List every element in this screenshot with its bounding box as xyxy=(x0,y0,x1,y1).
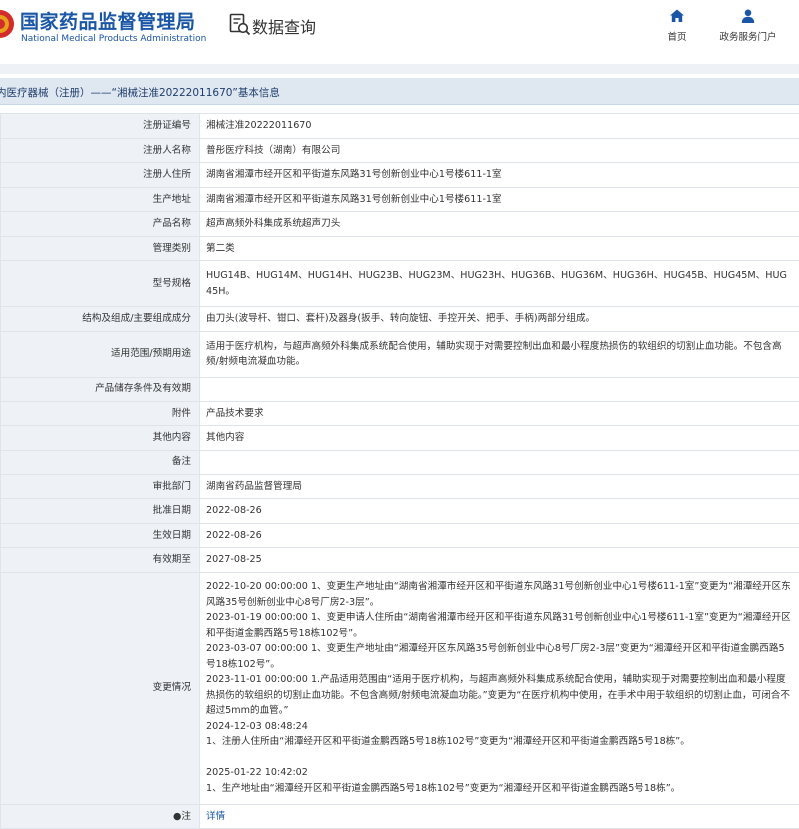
change-entry: 1、生产地址由“湘潭经开区和平街道金鹏西路5号18栋102号”变更为“湘潭经开区… xyxy=(206,781,793,797)
nav-home-link[interactable]: 首页 xyxy=(660,8,694,46)
nav-portal-link[interactable]: 政务服务门户 xyxy=(712,8,784,46)
field-value: 2022-08-26 xyxy=(200,523,799,548)
field-value: 湘械注准20222011670 xyxy=(200,114,799,139)
emblem-icon xyxy=(0,4,16,44)
field-label: 有效期至 xyxy=(1,548,200,573)
field-value: 2022-08-26 xyxy=(200,499,799,524)
field-value: 湖南省药品监督管理局 xyxy=(200,474,799,499)
change-entry: 2023-03-07 00:00:00 1、变更生产地址由“湘潭经开区东风路35… xyxy=(206,641,793,672)
table-row: 产品储存条件及有效期 xyxy=(1,377,799,401)
table-row: 产品名称超声高频外科集成系统超声刀头 xyxy=(1,212,799,237)
page-title: 数据查询 xyxy=(252,14,316,38)
field-label: 适用范围/预期用途 xyxy=(1,331,200,377)
field-value: 第二类 xyxy=(200,236,799,261)
table-row: 附件产品技术要求 xyxy=(1,401,799,426)
table-row: 注册证编号湘械注准20222011670 xyxy=(1,114,799,139)
data-query-icon xyxy=(229,13,251,37)
field-label: 结构及组成/主要组成成分 xyxy=(1,307,200,332)
record-title: 内医疗器械（注册）——“湘械注准20222011670”基本信息 xyxy=(0,85,280,100)
table-row: 有效期至2027-08-25 xyxy=(1,548,799,573)
field-label: 管理类别 xyxy=(1,236,200,261)
header-divider xyxy=(0,64,799,74)
table-row: 审批部门湖南省药品监督管理局 xyxy=(1,474,799,499)
record-title-bar: 内医疗器械（注册）——“湘械注准20222011670”基本信息 xyxy=(0,78,799,105)
field-label: 附件 xyxy=(1,401,200,426)
field-value: 湖南省湘潭市经开区和平街道东风路31号创新创业中心1号楼611-1室 xyxy=(200,163,799,188)
field-value: 湖南省湘潭市经开区和平街道东风路31号创新创业中心1号楼611-1室 xyxy=(200,187,799,212)
field-label: 注册人住所 xyxy=(1,163,200,188)
field-value: 由刀头(波导杆、钳口、套杆)及器身(扳手、转向旋钮、手控开关、把手、手柄)两部分… xyxy=(200,307,799,332)
change-entry: 2025-01-22 10:42:02 xyxy=(206,765,793,781)
table-row-note: ●注详情 xyxy=(1,804,799,829)
change-entry xyxy=(206,750,793,766)
change-history: 2022-10-20 00:00:00 1、变更生产地址由“湖南省湘潭市经开区和… xyxy=(200,572,799,804)
field-label: 备注 xyxy=(1,450,200,474)
site-header: 国家药品监督管理局 National Medical Products Admi… xyxy=(0,0,799,57)
field-value: 其他内容 xyxy=(200,426,799,451)
table-row: 型号规格HUG14B、HUG14M、HUG14H、HUG23B、HUG23M、H… xyxy=(1,261,799,307)
field-label: 注册证编号 xyxy=(1,114,200,139)
table-row: 注册人名称普彤医疗科技（湖南）有限公司 xyxy=(1,138,799,163)
user-icon xyxy=(740,8,756,24)
field-label: 生效日期 xyxy=(1,523,200,548)
field-value xyxy=(200,377,799,401)
field-label: 注册人名称 xyxy=(1,138,200,163)
table-row: 其他内容其他内容 xyxy=(1,426,799,451)
field-value: 超声高频外科集成系统超声刀头 xyxy=(200,212,799,237)
table-row: 管理类别第二类 xyxy=(1,236,799,261)
change-entry: 2023-01-19 00:00:00 1、变更申请人住所由“湖南省湘潭市经开区… xyxy=(206,610,793,641)
change-entry: 2024-12-03 08:48:24 xyxy=(206,719,793,735)
field-label: ●注 xyxy=(1,804,200,829)
org-name-en: National Medical Products Administration xyxy=(21,34,206,44)
field-label: 批准日期 xyxy=(1,499,200,524)
table-row: 备注 xyxy=(1,450,799,474)
home-icon xyxy=(669,8,685,24)
table-row: 生产地址湖南省湘潭市经开区和平街道东风路31号创新创业中心1号楼611-1室 xyxy=(1,187,799,212)
field-value: HUG14B、HUG14M、HUG14H、HUG23B、HUG23M、HUG23… xyxy=(200,261,799,307)
field-label: 生产地址 xyxy=(1,187,200,212)
field-value: 2027-08-25 xyxy=(200,548,799,573)
field-value xyxy=(200,450,799,474)
change-entry: 2023-11-01 00:00:00 1.产品适用范围由“适用于医疗机构，与超… xyxy=(206,672,793,719)
field-label: 产品储存条件及有效期 xyxy=(1,377,200,401)
table-row: 结构及组成/主要组成成分由刀头(波导杆、钳口、套杆)及器身(扳手、转向旋钮、手控… xyxy=(1,307,799,332)
table-row-changes: 变更情况2022-10-20 00:00:00 1、变更生产地址由“湖南省湘潭市… xyxy=(1,572,799,804)
table-row: 适用范围/预期用途适用于医疗机构，与超声高频外科集成系统配合使用，辅助实现于对需… xyxy=(1,331,799,377)
field-label: 型号规格 xyxy=(1,261,200,307)
change-entry: 2022-10-20 00:00:00 1、变更生产地址由“湖南省湘潭市经开区和… xyxy=(206,579,793,610)
table-row: 注册人住所湖南省湘潭市经开区和平街道东风路31号创新创业中心1号楼611-1室 xyxy=(1,163,799,188)
field-value: 产品技术要求 xyxy=(200,401,799,426)
field-value: 适用于医疗机构，与超声高频外科集成系统配合使用，辅助实现于对需要控制出血和最小程… xyxy=(200,331,799,377)
change-entry: 1、注册人住所由“湘潭经开区和平街道金鹏西路5号18栋102号”变更为“湘潭经开… xyxy=(206,734,793,750)
org-name-cn: 国家药品监督管理局 xyxy=(20,7,196,34)
field-value: 普彤医疗科技（湖南）有限公司 xyxy=(200,138,799,163)
field-label: 变更情况 xyxy=(1,572,200,804)
details-link[interactable]: 详情 xyxy=(206,811,225,822)
nav-portal-label: 政务服务门户 xyxy=(712,29,784,43)
table-row: 批准日期2022-08-26 xyxy=(1,499,799,524)
field-label: 产品名称 xyxy=(1,212,200,237)
field-label: 审批部门 xyxy=(1,474,200,499)
field-value: 详情 xyxy=(200,804,799,829)
table-row: 生效日期2022-08-26 xyxy=(1,523,799,548)
field-label: 其他内容 xyxy=(1,426,200,451)
nav-home-label: 首页 xyxy=(660,29,694,43)
device-detail-table: 注册证编号湘械注准20222011670注册人名称普彤医疗科技（湖南）有限公司注… xyxy=(0,113,799,829)
